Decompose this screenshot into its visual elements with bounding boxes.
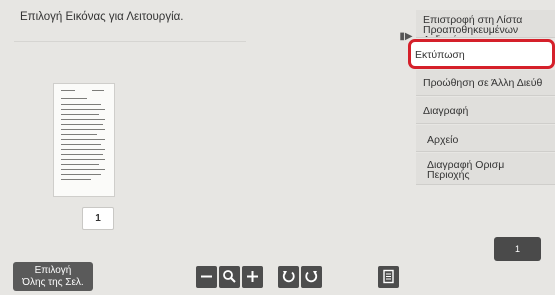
zoom-out-icon[interactable] — [196, 266, 217, 288]
select-all-pages-button[interactable]: Επιλογή Όλης της Σελ. — [13, 262, 93, 291]
page-number-label: 1 — [82, 207, 114, 230]
menu-item-file[interactable]: Αρχείο — [416, 125, 555, 152]
menu-item-print[interactable]: Εκτύπωση — [408, 39, 555, 69]
menu-item-delete-area[interactable]: Διαγραφή Ορισμ Περιοχής — [416, 153, 555, 185]
zoom-in-icon[interactable] — [242, 266, 263, 288]
rotate-left-icon[interactable] — [278, 266, 299, 288]
copies-counter[interactable]: 1 — [494, 237, 541, 261]
magnifier-icon[interactable] — [219, 266, 240, 288]
document-thumbnail[interactable] — [54, 84, 114, 196]
select-all-line1: Επιλογή — [34, 264, 72, 276]
menu-item-return-to-list[interactable]: Επιστροφή στη Λίστα Προαποθηκευμένων Δεδ… — [416, 10, 555, 38]
menu-item-delete[interactable]: Διαγραφή — [416, 97, 555, 124]
instruction-message: Επιλογή Εικόνας για Λειτουργία. — [20, 11, 184, 23]
select-all-line2: Όλης της Σελ. — [22, 276, 84, 288]
list-view-icon[interactable] — [378, 266, 399, 288]
menu-item-forward[interactable]: Προώθηση σε Άλλη Διεύθ — [416, 70, 555, 96]
message-divider — [14, 41, 246, 42]
rotate-right-icon[interactable] — [301, 266, 322, 288]
preview-screen: Επιλογή Εικόνας για Λειτουργία. 1 ▮▶ Επι… — [0, 0, 555, 295]
